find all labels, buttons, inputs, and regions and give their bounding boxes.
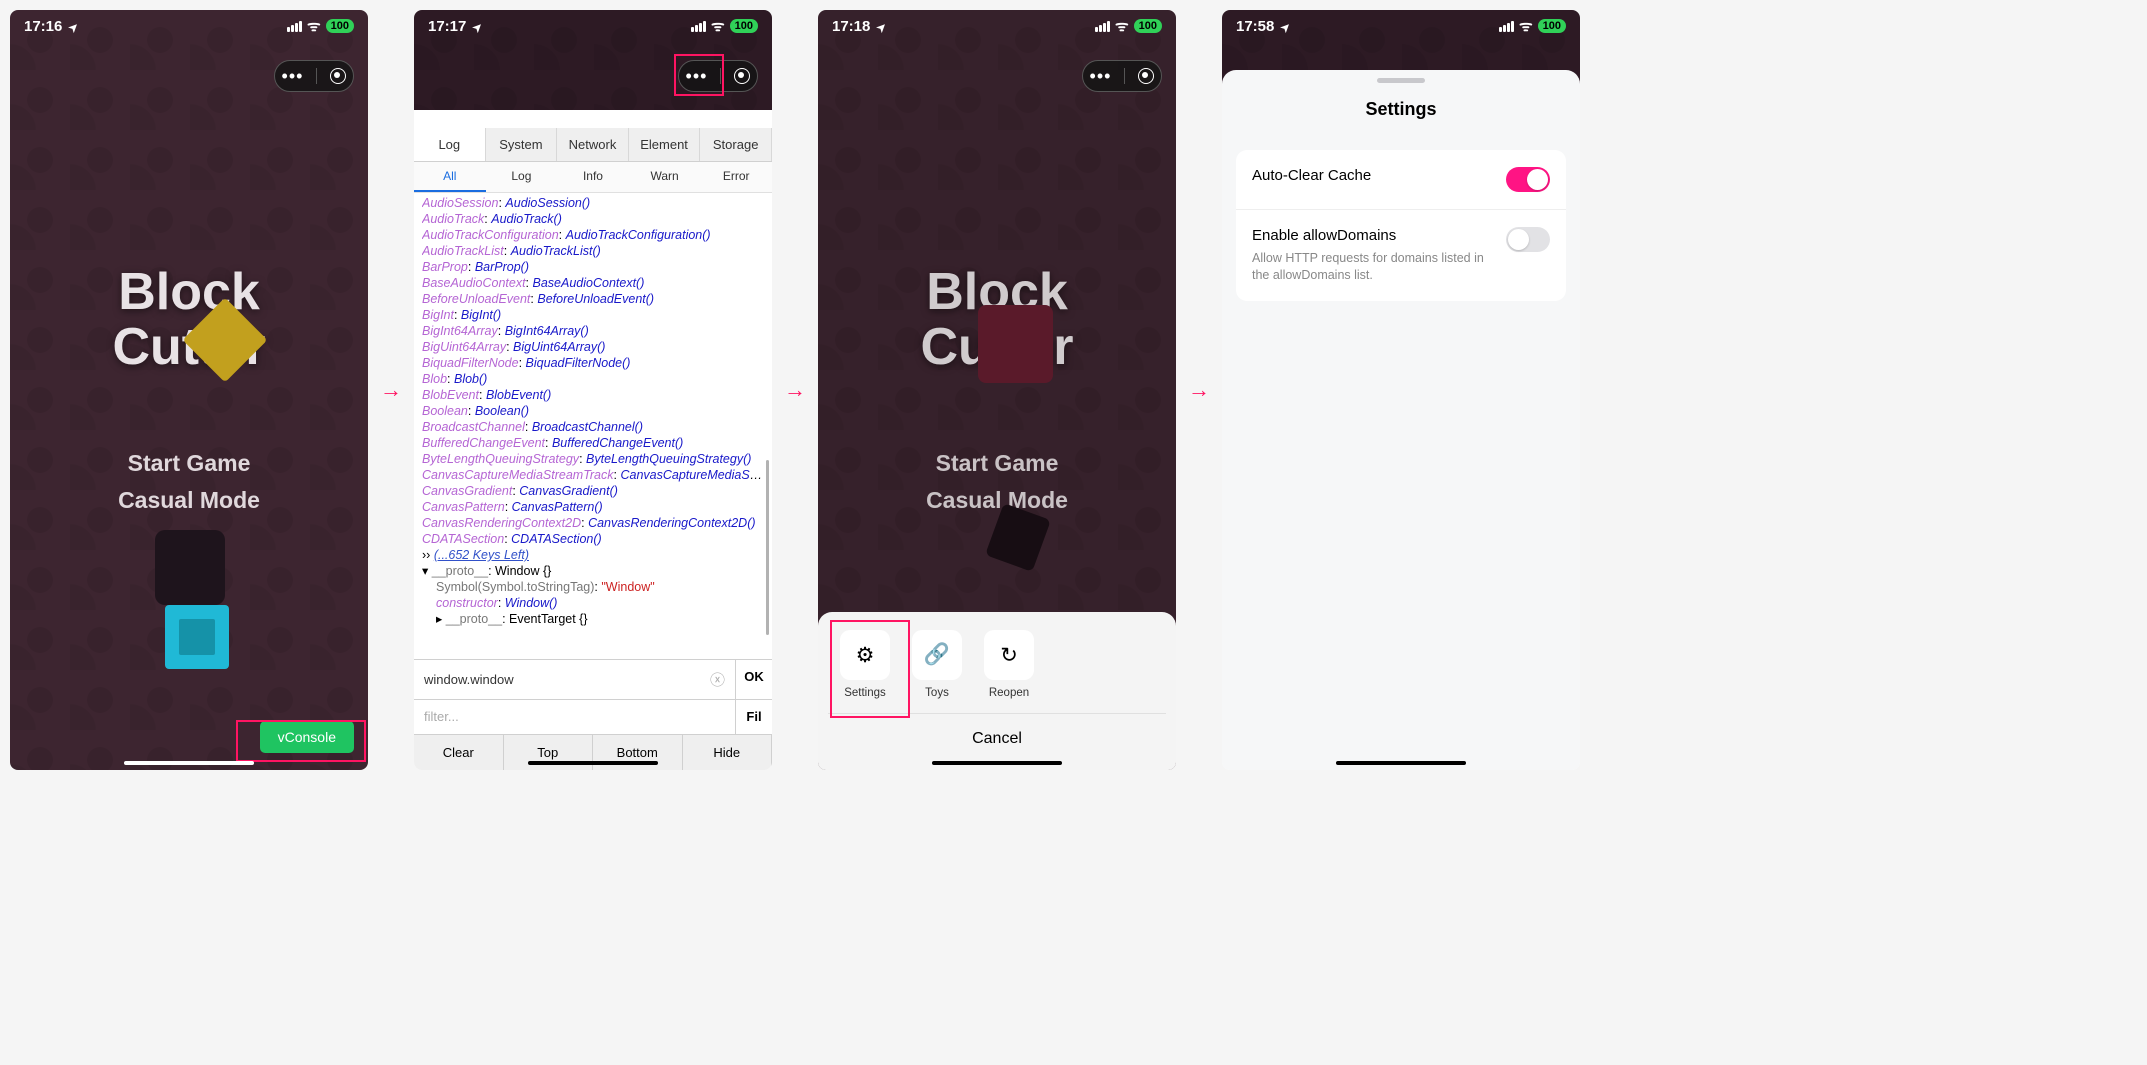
sheet-grabber[interactable] bbox=[1377, 78, 1425, 83]
vconsole-log[interactable]: AudioSession: AudioSession()AudioTrack: … bbox=[414, 193, 772, 659]
signal-icon bbox=[1095, 21, 1110, 32]
location-icon bbox=[470, 18, 482, 35]
more-icon[interactable]: ••• bbox=[1090, 66, 1112, 87]
screen-4-settings: <> 17:58 ᯤ100 Settings Auto-Clear Cache … bbox=[1222, 10, 1580, 770]
link-icon: 🔗 bbox=[924, 643, 950, 667]
capsule-menu[interactable]: ••• bbox=[1082, 60, 1162, 92]
wifi-icon: ᯤ bbox=[1519, 16, 1533, 36]
close-target-icon[interactable] bbox=[734, 68, 750, 84]
vconsole-ok-button[interactable]: OK bbox=[736, 660, 772, 699]
vconsole-filter-input[interactable]: filter... bbox=[414, 700, 736, 734]
tab-element[interactable]: Element bbox=[629, 128, 701, 161]
battery-badge: 100 bbox=[730, 19, 758, 33]
game-title: BlockCutter bbox=[10, 265, 368, 374]
screen-2-vconsole: <> 17:17 ᯤ100 ••• Log System Network Ele… bbox=[414, 10, 772, 770]
vconsole-subtabs: All Log Info Warn Error bbox=[414, 162, 772, 193]
status-bar: 17:58 ᯤ 100 bbox=[1222, 10, 1580, 42]
sub-warn[interactable]: Warn bbox=[629, 162, 701, 192]
sub-all[interactable]: All bbox=[414, 162, 486, 192]
battery-badge: 100 bbox=[1538, 19, 1566, 33]
location-icon bbox=[1278, 18, 1290, 35]
home-indicator bbox=[932, 761, 1062, 765]
settings-sheet: Settings Auto-Clear Cache Enable allowDo… bbox=[1222, 70, 1580, 770]
location-icon bbox=[874, 18, 886, 35]
scroll-indicator[interactable] bbox=[766, 460, 769, 635]
highlight-more bbox=[674, 54, 724, 96]
sheet-reopen-button[interactable]: ↻ Reopen bbox=[980, 630, 1038, 699]
close-target-icon[interactable] bbox=[330, 68, 346, 84]
flow-arrow-icon: → bbox=[1184, 377, 1214, 403]
sub-log[interactable]: Log bbox=[486, 162, 558, 192]
game-menu: Start Game Casual Mode bbox=[10, 440, 368, 524]
start-game-button[interactable]: Start Game bbox=[10, 450, 368, 477]
location-icon bbox=[66, 18, 78, 35]
status-bar: 17:16 ᯤ 100 bbox=[10, 10, 368, 42]
wifi-icon: ᯤ bbox=[307, 16, 321, 36]
toggle-allowdomains[interactable] bbox=[1506, 227, 1550, 252]
battery-badge: 100 bbox=[1134, 19, 1162, 33]
setting-enable-allowdomains: Enable allowDomains Allow HTTP requests … bbox=[1236, 209, 1566, 301]
toggle-auto-clear-cache[interactable] bbox=[1506, 167, 1550, 192]
screen-3-actionsheet: <> 17:18 ᯤ100 ••• BlockCutter Start Game… bbox=[818, 10, 1176, 770]
tab-system[interactable]: System bbox=[486, 128, 558, 161]
home-indicator bbox=[528, 761, 658, 765]
vconsole-cmd-input[interactable]: window.windowⓧ bbox=[414, 660, 736, 699]
signal-icon bbox=[1499, 21, 1514, 32]
sub-info[interactable]: Info bbox=[557, 162, 629, 192]
flow-arrow-icon: → bbox=[780, 377, 810, 403]
reload-icon: ↻ bbox=[1000, 643, 1018, 668]
status-time: 17:18 bbox=[832, 18, 870, 35]
vconsole-panel: Log System Network Element Storage All L… bbox=[414, 110, 772, 770]
maroon-shape bbox=[978, 305, 1053, 383]
close-target-icon[interactable] bbox=[1138, 68, 1154, 84]
capsule-menu[interactable]: ••• bbox=[274, 60, 354, 92]
status-bar: 17:17 ᯤ 100 bbox=[414, 10, 772, 42]
sub-error[interactable]: Error bbox=[700, 162, 772, 192]
casual-mode-button[interactable]: Casual Mode bbox=[10, 487, 368, 514]
vc-clear-button[interactable]: Clear bbox=[414, 735, 504, 770]
tab-storage[interactable]: Storage bbox=[700, 128, 772, 161]
sheet-toys-button[interactable]: 🔗 Toys bbox=[908, 630, 966, 699]
vc-hide-button[interactable]: Hide bbox=[683, 735, 773, 770]
status-time: 17:17 bbox=[428, 18, 466, 35]
clear-input-icon[interactable]: ⓧ bbox=[710, 669, 725, 690]
vconsole-filter-row: filter... Fil bbox=[414, 699, 772, 734]
vconsole-filter-button[interactable]: Fil bbox=[736, 700, 772, 734]
status-time: 17:58 bbox=[1236, 18, 1274, 35]
highlight-vconsole bbox=[236, 720, 366, 762]
tab-log[interactable]: Log bbox=[414, 128, 486, 161]
status-bar: 17:18 ᯤ 100 bbox=[818, 10, 1176, 42]
vconsole-tabs: Log System Network Element Storage bbox=[414, 128, 772, 162]
wifi-icon: ᯤ bbox=[1115, 16, 1129, 36]
settings-title: Settings bbox=[1222, 99, 1580, 120]
flow-arrow-icon: → bbox=[376, 377, 406, 403]
dark-hex-shape bbox=[155, 530, 225, 605]
highlight-settings bbox=[830, 620, 910, 718]
more-icon[interactable]: ••• bbox=[282, 66, 304, 87]
home-indicator bbox=[124, 761, 254, 765]
status-time: 17:16 bbox=[24, 18, 62, 35]
setting-auto-clear-cache: Auto-Clear Cache bbox=[1236, 150, 1566, 209]
settings-group: Auto-Clear Cache Enable allowDomains All… bbox=[1236, 150, 1566, 301]
action-sheet: ⚙ Settings 🔗 Toys ↻ Reopen Cancel bbox=[818, 612, 1176, 770]
home-indicator bbox=[1336, 761, 1466, 765]
vconsole-cmd-row: window.windowⓧ OK bbox=[414, 659, 772, 699]
screen-1-game: 17:16 ᯤ 100 ••• BlockCutter Start Game Ca… bbox=[10, 10, 368, 770]
signal-icon bbox=[691, 21, 706, 32]
wifi-icon: ᯤ bbox=[711, 16, 725, 36]
battery-badge: 100 bbox=[326, 19, 354, 33]
tab-network[interactable]: Network bbox=[557, 128, 629, 161]
cyan-block-shape bbox=[165, 605, 229, 669]
signal-icon bbox=[287, 21, 302, 32]
